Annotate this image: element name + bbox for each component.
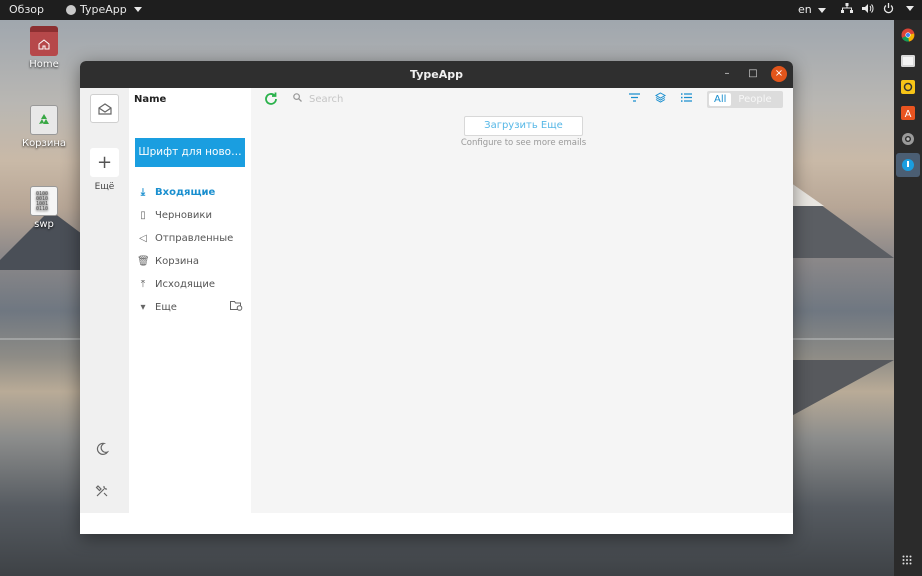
desktop-icon-label: Корзина (21, 138, 67, 149)
folder-item-sent[interactable]: ◁ Отправленные (137, 230, 245, 246)
moon-icon (96, 442, 110, 455)
account-button[interactable] (90, 94, 119, 123)
layers-icon[interactable] (654, 92, 667, 106)
list-view-icon[interactable] (681, 92, 692, 105)
folder-item-more[interactable]: ▾ Еще (137, 299, 245, 315)
app-menu-icon (66, 4, 76, 15)
filter-people-button[interactable]: People (733, 93, 776, 106)
folder-label: Отправленные (155, 232, 234, 244)
message-toolbar: All People (251, 88, 793, 112)
compose-button[interactable]: Шрифт для ново… (135, 138, 245, 167)
rail-more-label[interactable]: Ещё (80, 182, 129, 192)
folder-pane: Name Шрифт для ново… ⤓ Входящие ▯ Чернов… (129, 88, 251, 513)
show-applications-icon[interactable] (902, 555, 912, 568)
filter-all-button[interactable]: All (709, 93, 732, 106)
svg-text:A: A (905, 109, 912, 120)
software-center-icon[interactable]: A (898, 103, 918, 123)
settings-button[interactable] (95, 484, 109, 502)
folder-item-trash[interactable]: 🗑 Корзина (137, 253, 245, 269)
minimize-button[interactable]: – (719, 66, 735, 82)
load-more-button[interactable]: Загрузить Еще (464, 116, 583, 136)
chevron-down-icon (906, 6, 914, 11)
folder-label: Входящие (155, 186, 216, 198)
folder-item-drafts[interactable]: ▯ Черновики (137, 207, 245, 223)
folder-label: Корзина (155, 255, 200, 267)
add-account-button[interactable]: + (90, 148, 119, 177)
folder-item-outbox[interactable]: ⤒ Исходящие (137, 276, 245, 292)
app-menu[interactable]: TypeApp (66, 3, 142, 16)
plus-icon: + (96, 152, 113, 173)
typeapp-dock-icon[interactable] (896, 153, 920, 177)
chevron-down-icon (133, 7, 142, 12)
desktop-icon-home[interactable]: Home (14, 26, 74, 70)
chrome-icon[interactable] (898, 25, 918, 45)
folder-label: Исходящие (155, 278, 216, 290)
top-panel: Обзор TypeApp en (0, 0, 922, 20)
home-folder-icon (30, 26, 58, 56)
desktop-icon-label: swp (34, 219, 54, 230)
mail-open-icon (97, 102, 112, 115)
maximize-button[interactable]: □ (745, 66, 761, 82)
load-more-hint: Configure to see more emails (460, 138, 587, 148)
system-tray[interactable] (841, 3, 914, 14)
rhythmbox-icon[interactable] (898, 77, 918, 97)
download-icon: ⤓ (140, 186, 146, 198)
network-icon (841, 3, 853, 13)
folder-label: Черновики (155, 209, 212, 221)
dock: A (894, 20, 922, 576)
window-titlebar[interactable]: TypeApp – □ × (80, 61, 793, 88)
power-icon (883, 3, 894, 14)
filter-toggle: All People (707, 91, 783, 108)
refresh-icon[interactable] (263, 91, 279, 110)
message-list-pane: All People Загрузить Еще Configure to se… (251, 88, 793, 513)
trash-icon: 🗑 (137, 255, 150, 267)
search-icon (293, 93, 302, 105)
account-rail: + Ещё (80, 88, 129, 513)
folder-item-inbox[interactable]: ⤓ Входящие (137, 184, 245, 200)
settings-icon[interactable] (898, 129, 918, 149)
window-title: TypeApp (410, 68, 463, 81)
filter-icon[interactable] (629, 92, 640, 105)
language-selector[interactable]: en (798, 3, 827, 16)
folder-label: Еще (155, 301, 177, 313)
desktop-icon-label: Home (29, 59, 59, 70)
desktop-icon-trash[interactable]: Корзина (14, 105, 74, 149)
folder-settings-icon[interactable] (230, 300, 243, 314)
svg-text:0110: 0110 (36, 206, 48, 212)
desktop-icon-swp[interactable]: 0100 0010 1001 0110 swp (14, 186, 74, 230)
activities-button[interactable]: Обзор (9, 3, 44, 16)
chevron-down-icon (818, 7, 827, 13)
tools-icon (95, 485, 108, 497)
chevron-down-icon: ▾ (140, 301, 146, 313)
account-name: Name (134, 94, 167, 105)
draft-icon: ▯ (140, 209, 146, 221)
language-label: en (798, 3, 812, 16)
binary-file-icon: 0100 0010 1001 0110 (30, 186, 58, 216)
files-icon[interactable] (898, 51, 918, 71)
dark-mode-button[interactable] (95, 442, 110, 460)
close-button[interactable]: × (771, 66, 787, 82)
typeapp-window: TypeApp – □ × + Ещё Name Шрифт для ново…… (80, 61, 793, 534)
window-controls: – □ × (719, 66, 787, 82)
recycle-icon (30, 105, 58, 135)
app-menu-label: TypeApp (80, 3, 127, 16)
volume-icon (862, 4, 874, 13)
window-bottom-bar (80, 513, 793, 534)
outbox-icon: ⤒ (140, 278, 146, 290)
search-input[interactable] (309, 92, 509, 107)
sent-icon: ◁ (139, 232, 147, 244)
